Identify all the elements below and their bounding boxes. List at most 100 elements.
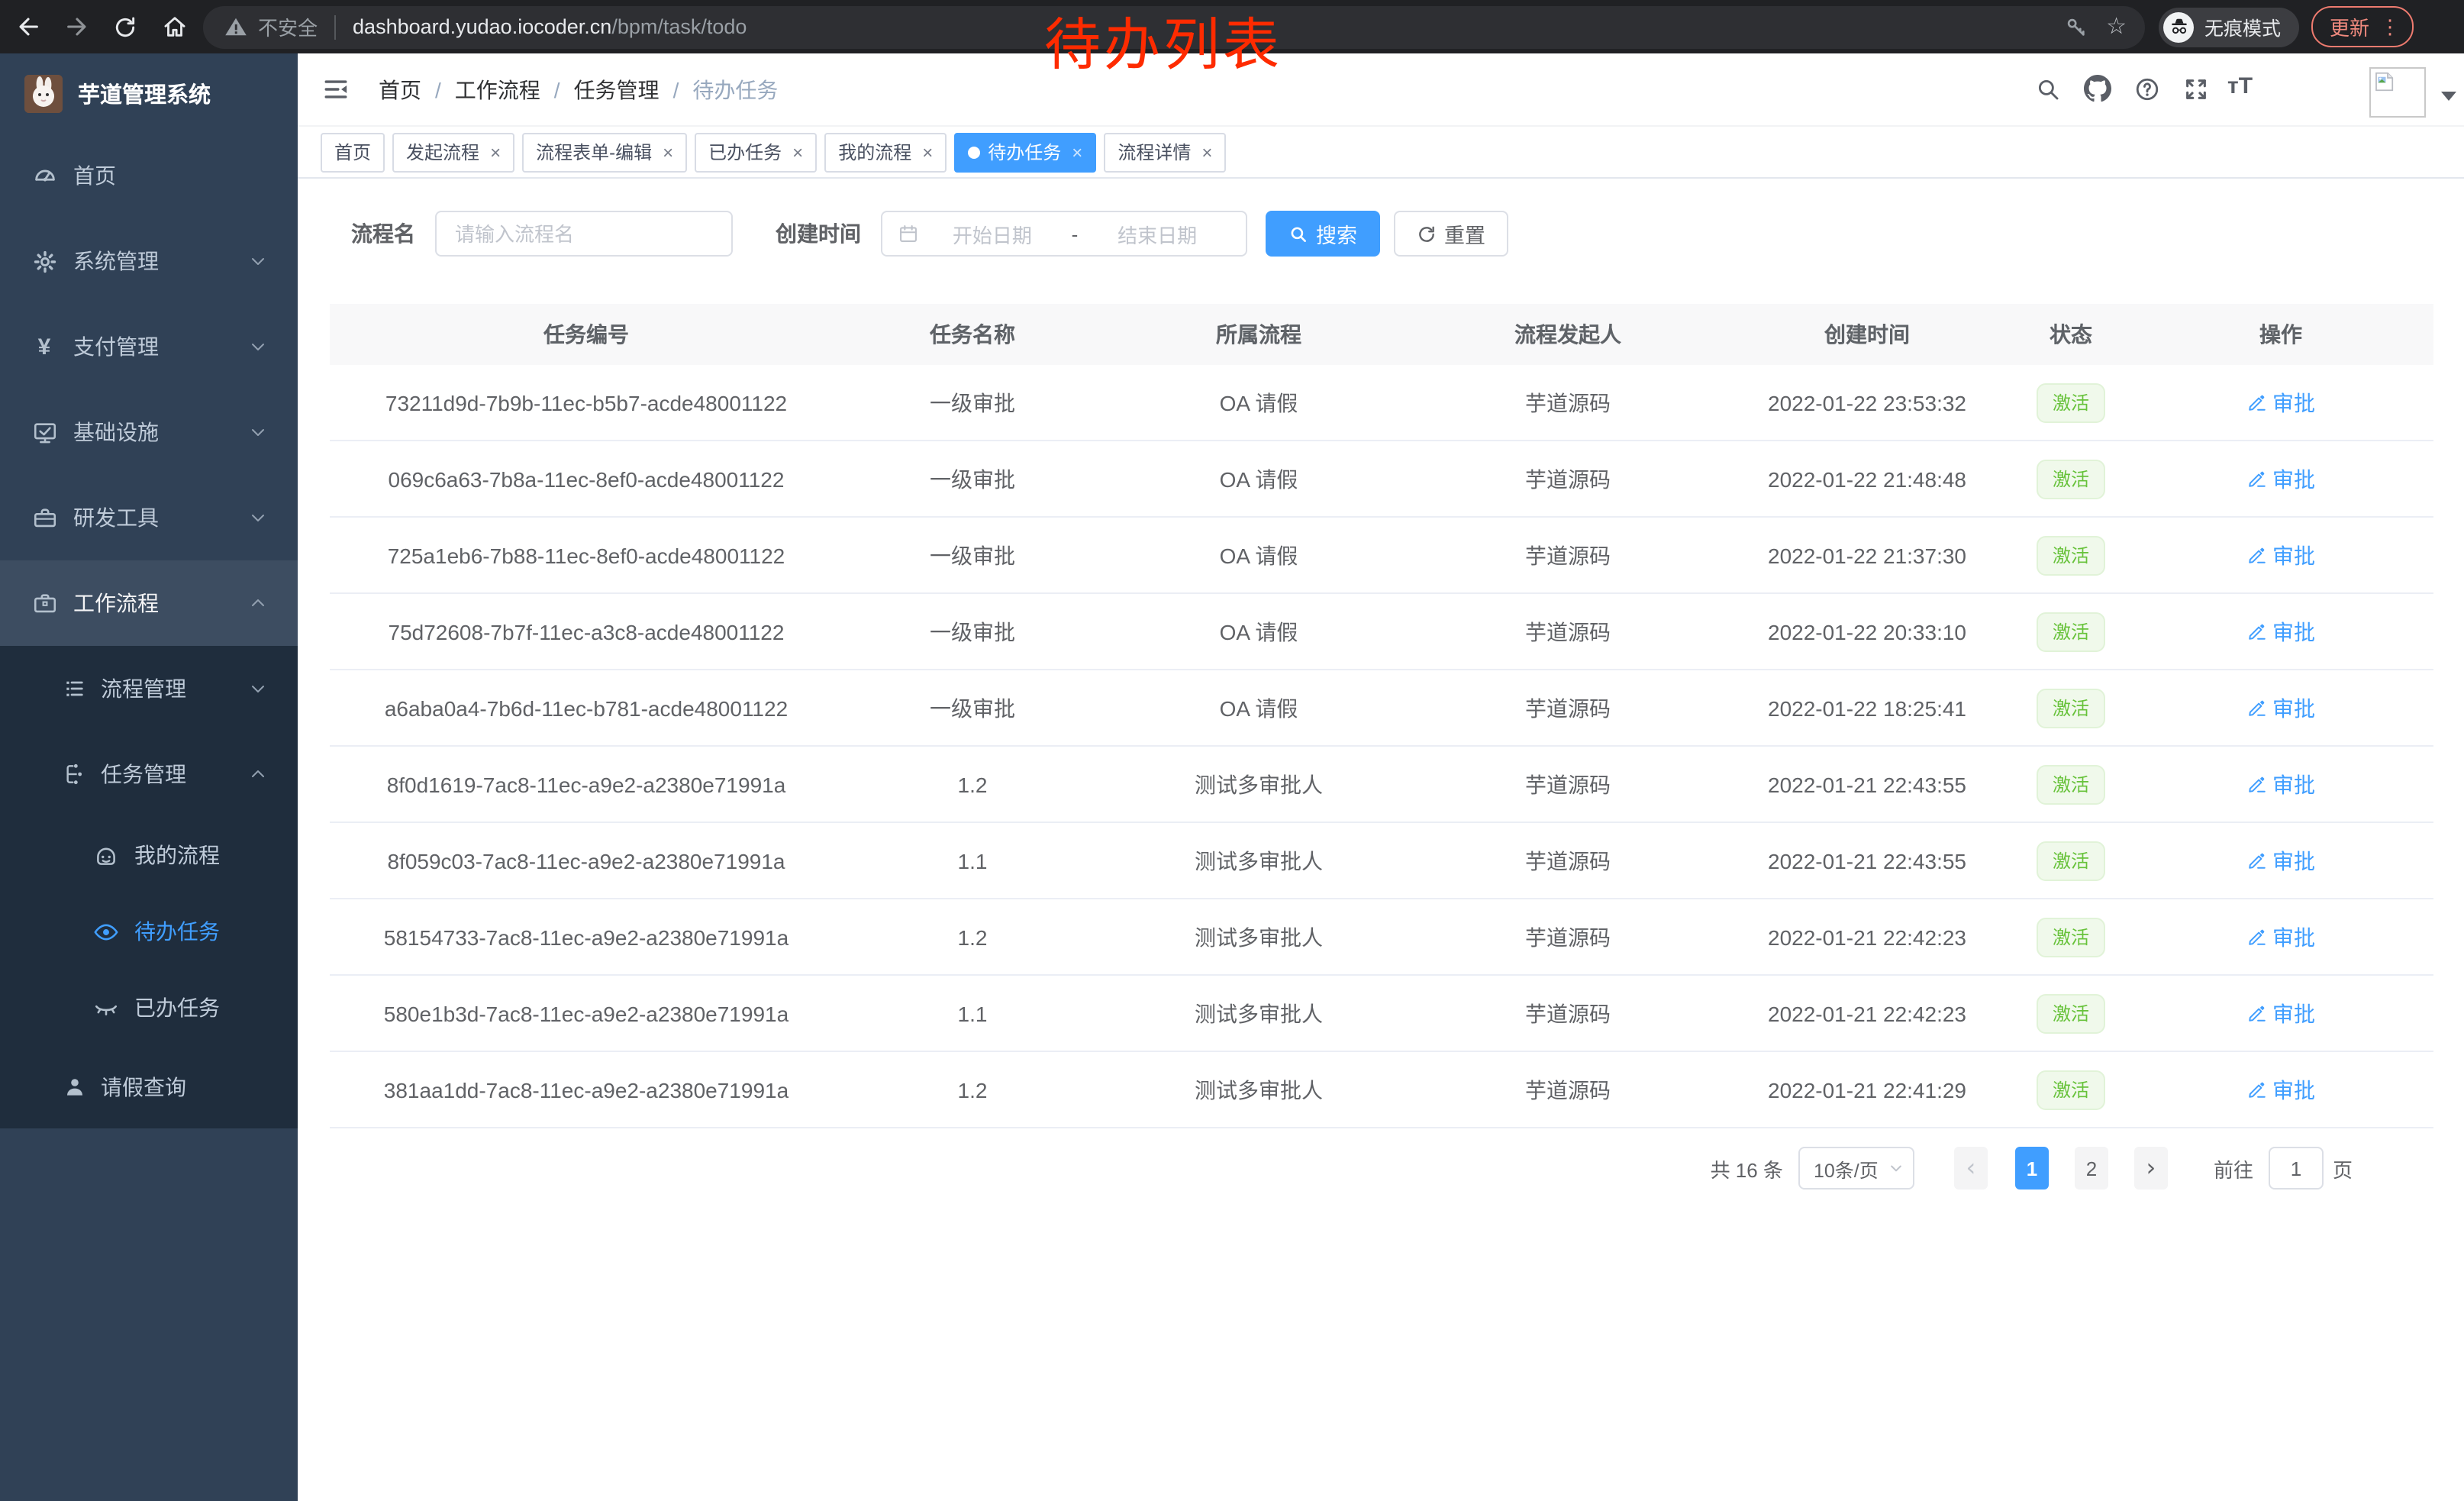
browser-back-button[interactable] [6, 5, 49, 48]
tab-start-process[interactable]: 发起流程× [392, 132, 514, 172]
avatar[interactable] [2369, 67, 2426, 118]
sidebar-item-home[interactable]: 首页 [0, 133, 298, 218]
bookmark-star-icon[interactable]: ☆ [2106, 15, 2127, 38]
start-date-placeholder: 开始日期 [919, 219, 1066, 248]
breadcrumb-workflow[interactable]: 工作流程 [455, 74, 540, 105]
header-task-id: 任务编号 [330, 319, 843, 350]
approve-link[interactable]: 审批 [2246, 387, 2315, 418]
process-cell: 测试多审批人 [1102, 845, 1415, 876]
close-icon[interactable]: × [792, 143, 803, 161]
status-badge: 激活 [2037, 1070, 2104, 1109]
task-name-cell: 一级审批 [843, 540, 1102, 570]
approve-link[interactable]: 审批 [2246, 540, 2315, 570]
approve-link[interactable]: 审批 [2246, 692, 2315, 723]
github-icon[interactable] [2084, 75, 2111, 102]
sidebar-item-system[interactable]: 系统管理 [0, 218, 298, 304]
close-icon[interactable]: × [1072, 143, 1082, 161]
next-page-button[interactable]: › [2134, 1147, 2168, 1190]
approve-link[interactable]: 审批 [2246, 845, 2315, 876]
close-icon[interactable]: × [922, 143, 933, 161]
sidebar-item-label: 工作流程 [73, 588, 159, 618]
broken-image-icon [2372, 70, 2395, 93]
task-id-cell: 381aa1dd-7ac8-11ec-a9e2-a2380e71991a [330, 1077, 843, 1102]
search-icon [1288, 224, 1308, 244]
tab-done-tasks[interactable]: 已办任务× [695, 132, 817, 172]
goto-page-input[interactable] [2269, 1147, 2324, 1190]
sidebar-item-label: 我的流程 [134, 840, 220, 870]
sidebar-item-label: 系统管理 [73, 246, 159, 276]
hamburger-icon [322, 76, 350, 102]
sidebar-item-todo-tasks[interactable]: 待办任务 [0, 893, 298, 970]
process-name-label: 流程名 [351, 218, 415, 249]
end-date-placeholder: 结束日期 [1084, 219, 1230, 248]
browser-forward-button[interactable] [55, 5, 98, 48]
page-size-select[interactable]: 10条/页 [1798, 1147, 1914, 1190]
starter-cell: 芋道源码 [1415, 998, 1721, 1028]
browser-home-button[interactable] [153, 5, 195, 48]
sidebar-item-label: 研发工具 [73, 502, 159, 533]
range-separator: - [1066, 222, 1085, 245]
breadcrumb-task-mgmt[interactable]: 任务管理 [574, 74, 660, 105]
table-body: 73211d9d-7b9b-11ec-b5b7-acde48001122 一级审… [330, 365, 2433, 1128]
approve-link[interactable]: 审批 [2246, 769, 2315, 799]
date-range-picker[interactable]: 开始日期 - 结束日期 [881, 211, 1247, 257]
browser-menu-icon[interactable]: ⋮ [2380, 17, 2400, 37]
breadcrumb-separator: / [435, 77, 441, 102]
browser-update-button[interactable]: 更新 ⋮ [2311, 6, 2414, 47]
task-id-cell: 58154733-7ac8-11ec-a9e2-a2380e71991a [330, 925, 843, 949]
approve-link[interactable]: 审批 [2246, 463, 2315, 494]
sidebar-item-done-tasks[interactable]: 已办任务 [0, 970, 298, 1046]
close-icon[interactable]: × [490, 143, 501, 161]
close-icon[interactable]: × [663, 143, 673, 161]
fullscreen-icon[interactable] [2183, 76, 2209, 102]
breadcrumb-home[interactable]: 首页 [379, 74, 421, 105]
tab-todo-tasks[interactable]: 待办任务× [954, 132, 1096, 172]
avatar-caret-icon[interactable] [2441, 92, 2456, 101]
approve-link[interactable]: 审批 [2246, 1074, 2315, 1105]
password-key-icon[interactable] [2063, 15, 2088, 39]
not-secure-warning-icon [224, 15, 247, 38]
text-size-icon[interactable]: тT [2227, 73, 2253, 99]
briefcase-icon [31, 590, 58, 616]
sidebar-item-label: 待办任务 [134, 916, 220, 947]
approve-link[interactable]: 审批 [2246, 922, 2315, 952]
browser-reload-button[interactable] [104, 5, 147, 48]
sidebar-item-workflow[interactable]: 工作流程 [0, 560, 298, 646]
approve-link[interactable]: 审批 [2246, 616, 2315, 647]
sidebar-item-leave-query[interactable]: 请假查询 [0, 1046, 298, 1128]
tab-home[interactable]: 首页 [321, 132, 385, 172]
monitor-icon [31, 419, 58, 445]
prev-page-button[interactable]: ‹ [1954, 1147, 1988, 1190]
tab-process-detail[interactable]: 流程详情× [1104, 132, 1226, 172]
tab-my-process[interactable]: 我的流程× [824, 132, 947, 172]
status-badge: 激活 [2037, 383, 2104, 422]
sidebar: 芋道管理系统 首页 系统管理 ¥ 支付管理 基础设施 [0, 53, 298, 1501]
help-icon[interactable] [2134, 76, 2160, 102]
gear-icon [31, 248, 58, 274]
app-title: 芋道管理系统 [78, 77, 211, 109]
sidebar-item-payment[interactable]: ¥ 支付管理 [0, 304, 298, 389]
search-icon[interactable] [2035, 76, 2061, 102]
approve-link[interactable]: 审批 [2246, 998, 2315, 1028]
status-badge: 激活 [2037, 841, 2104, 880]
reload-icon [113, 15, 137, 39]
tab-form-edit[interactable]: 流程表单-编辑× [522, 132, 687, 172]
sidebar-item-process-mgmt[interactable]: 流程管理 [0, 646, 298, 731]
sidebar-item-task-mgmt[interactable]: 任务管理 [0, 731, 298, 817]
sidebar-item-infra[interactable]: 基础设施 [0, 389, 298, 475]
chevron-up-icon [249, 765, 267, 783]
process-name-input[interactable] [435, 211, 733, 257]
close-icon[interactable]: × [1201, 143, 1212, 161]
starter-cell: 芋道源码 [1415, 922, 1721, 952]
task-name-cell: 1.1 [843, 1001, 1102, 1025]
page-button-2[interactable]: 2 [2075, 1147, 2108, 1190]
search-button[interactable]: 搜索 [1266, 211, 1380, 257]
starter-cell: 芋道源码 [1415, 616, 1721, 647]
reset-button[interactable]: 重置 [1394, 211, 1508, 257]
page-button-1[interactable]: 1 [2015, 1147, 2049, 1190]
sidebar-collapse-button[interactable] [322, 76, 350, 102]
sidebar-item-label: 首页 [73, 160, 116, 191]
sidebar-item-devtools[interactable]: 研发工具 [0, 475, 298, 560]
app-logo[interactable]: 芋道管理系统 [0, 53, 298, 133]
sidebar-item-my-process[interactable]: 我的流程 [0, 817, 298, 893]
